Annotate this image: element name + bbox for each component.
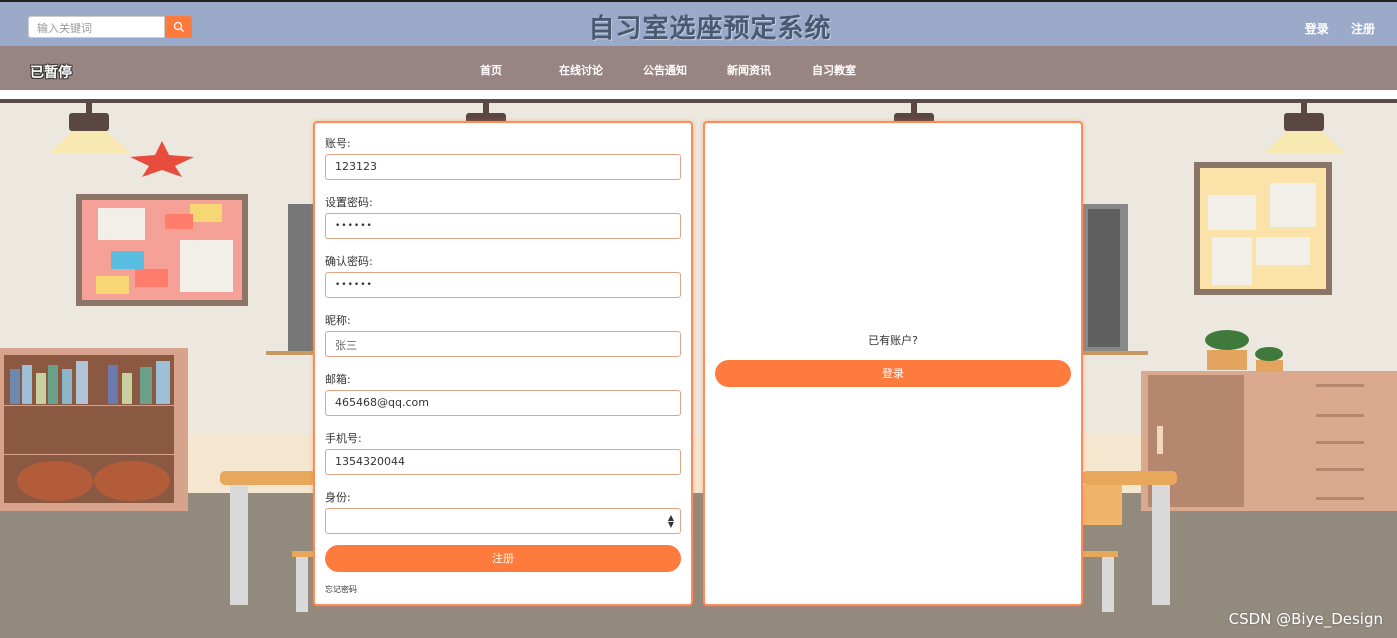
top-header: 输入关键词 自习室选座预定系统 登录 注册: [0, 0, 1397, 46]
nav-item-notices[interactable]: 公告通知: [643, 62, 727, 78]
nav-item-study-rooms[interactable]: 自习教室: [812, 62, 882, 78]
site-title: 自习室选座预定系统: [588, 14, 832, 44]
top-login-link[interactable]: 登录: [1305, 22, 1329, 36]
nav-item-home[interactable]: 首页: [480, 62, 543, 78]
login-button[interactable]: 登录: [715, 360, 1071, 387]
phone-input[interactable]: 1354320044: [325, 449, 681, 475]
password-input[interactable]: ••••••: [325, 213, 681, 239]
nav-item-news[interactable]: 新闻资讯: [727, 62, 812, 78]
top-register-link[interactable]: 注册: [1351, 22, 1375, 36]
role-label: 身份:: [325, 491, 351, 504]
email-input[interactable]: 465468@qq.com: [325, 390, 681, 416]
phone-label: 手机号:: [325, 432, 362, 445]
password-label: 设置密码:: [325, 196, 373, 209]
role-select[interactable]: ▲ ▼: [325, 508, 681, 534]
classroom-illustration: [0, 103, 1397, 612]
email-label: 邮箱:: [325, 373, 351, 386]
forgot-password-link[interactable]: 忘记密码: [325, 584, 357, 595]
login-prompt-panel: 已有账户? 登录: [703, 121, 1083, 606]
classroom-background: [0, 103, 1397, 638]
nav-item-discussion[interactable]: 在线讨论: [559, 62, 643, 78]
has-account-text: 已有账户?: [868, 334, 918, 347]
pause-status[interactable]: 已暂停: [30, 62, 72, 82]
account-label: 账号:: [325, 137, 351, 150]
confirm-password-input[interactable]: ••••••: [325, 272, 681, 298]
register-submit-button[interactable]: 注册: [325, 545, 681, 572]
select-arrows-icon: ▲ ▼: [667, 513, 674, 529]
nickname-input[interactable]: 张三: [325, 331, 681, 357]
watermark: CSDN @Biye_Design: [1228, 610, 1383, 628]
account-input[interactable]: 123123: [325, 154, 681, 180]
confirm-password-label: 确认密码:: [325, 255, 373, 268]
main-nav: 已暂停 首页 在线讨论 公告通知 新闻资讯 自习教室: [0, 46, 1397, 90]
register-form-panel: 账号: 123123 设置密码: •••••• 确认密码: •••••• 昵称:…: [313, 121, 693, 606]
nickname-label: 昵称:: [325, 314, 351, 327]
